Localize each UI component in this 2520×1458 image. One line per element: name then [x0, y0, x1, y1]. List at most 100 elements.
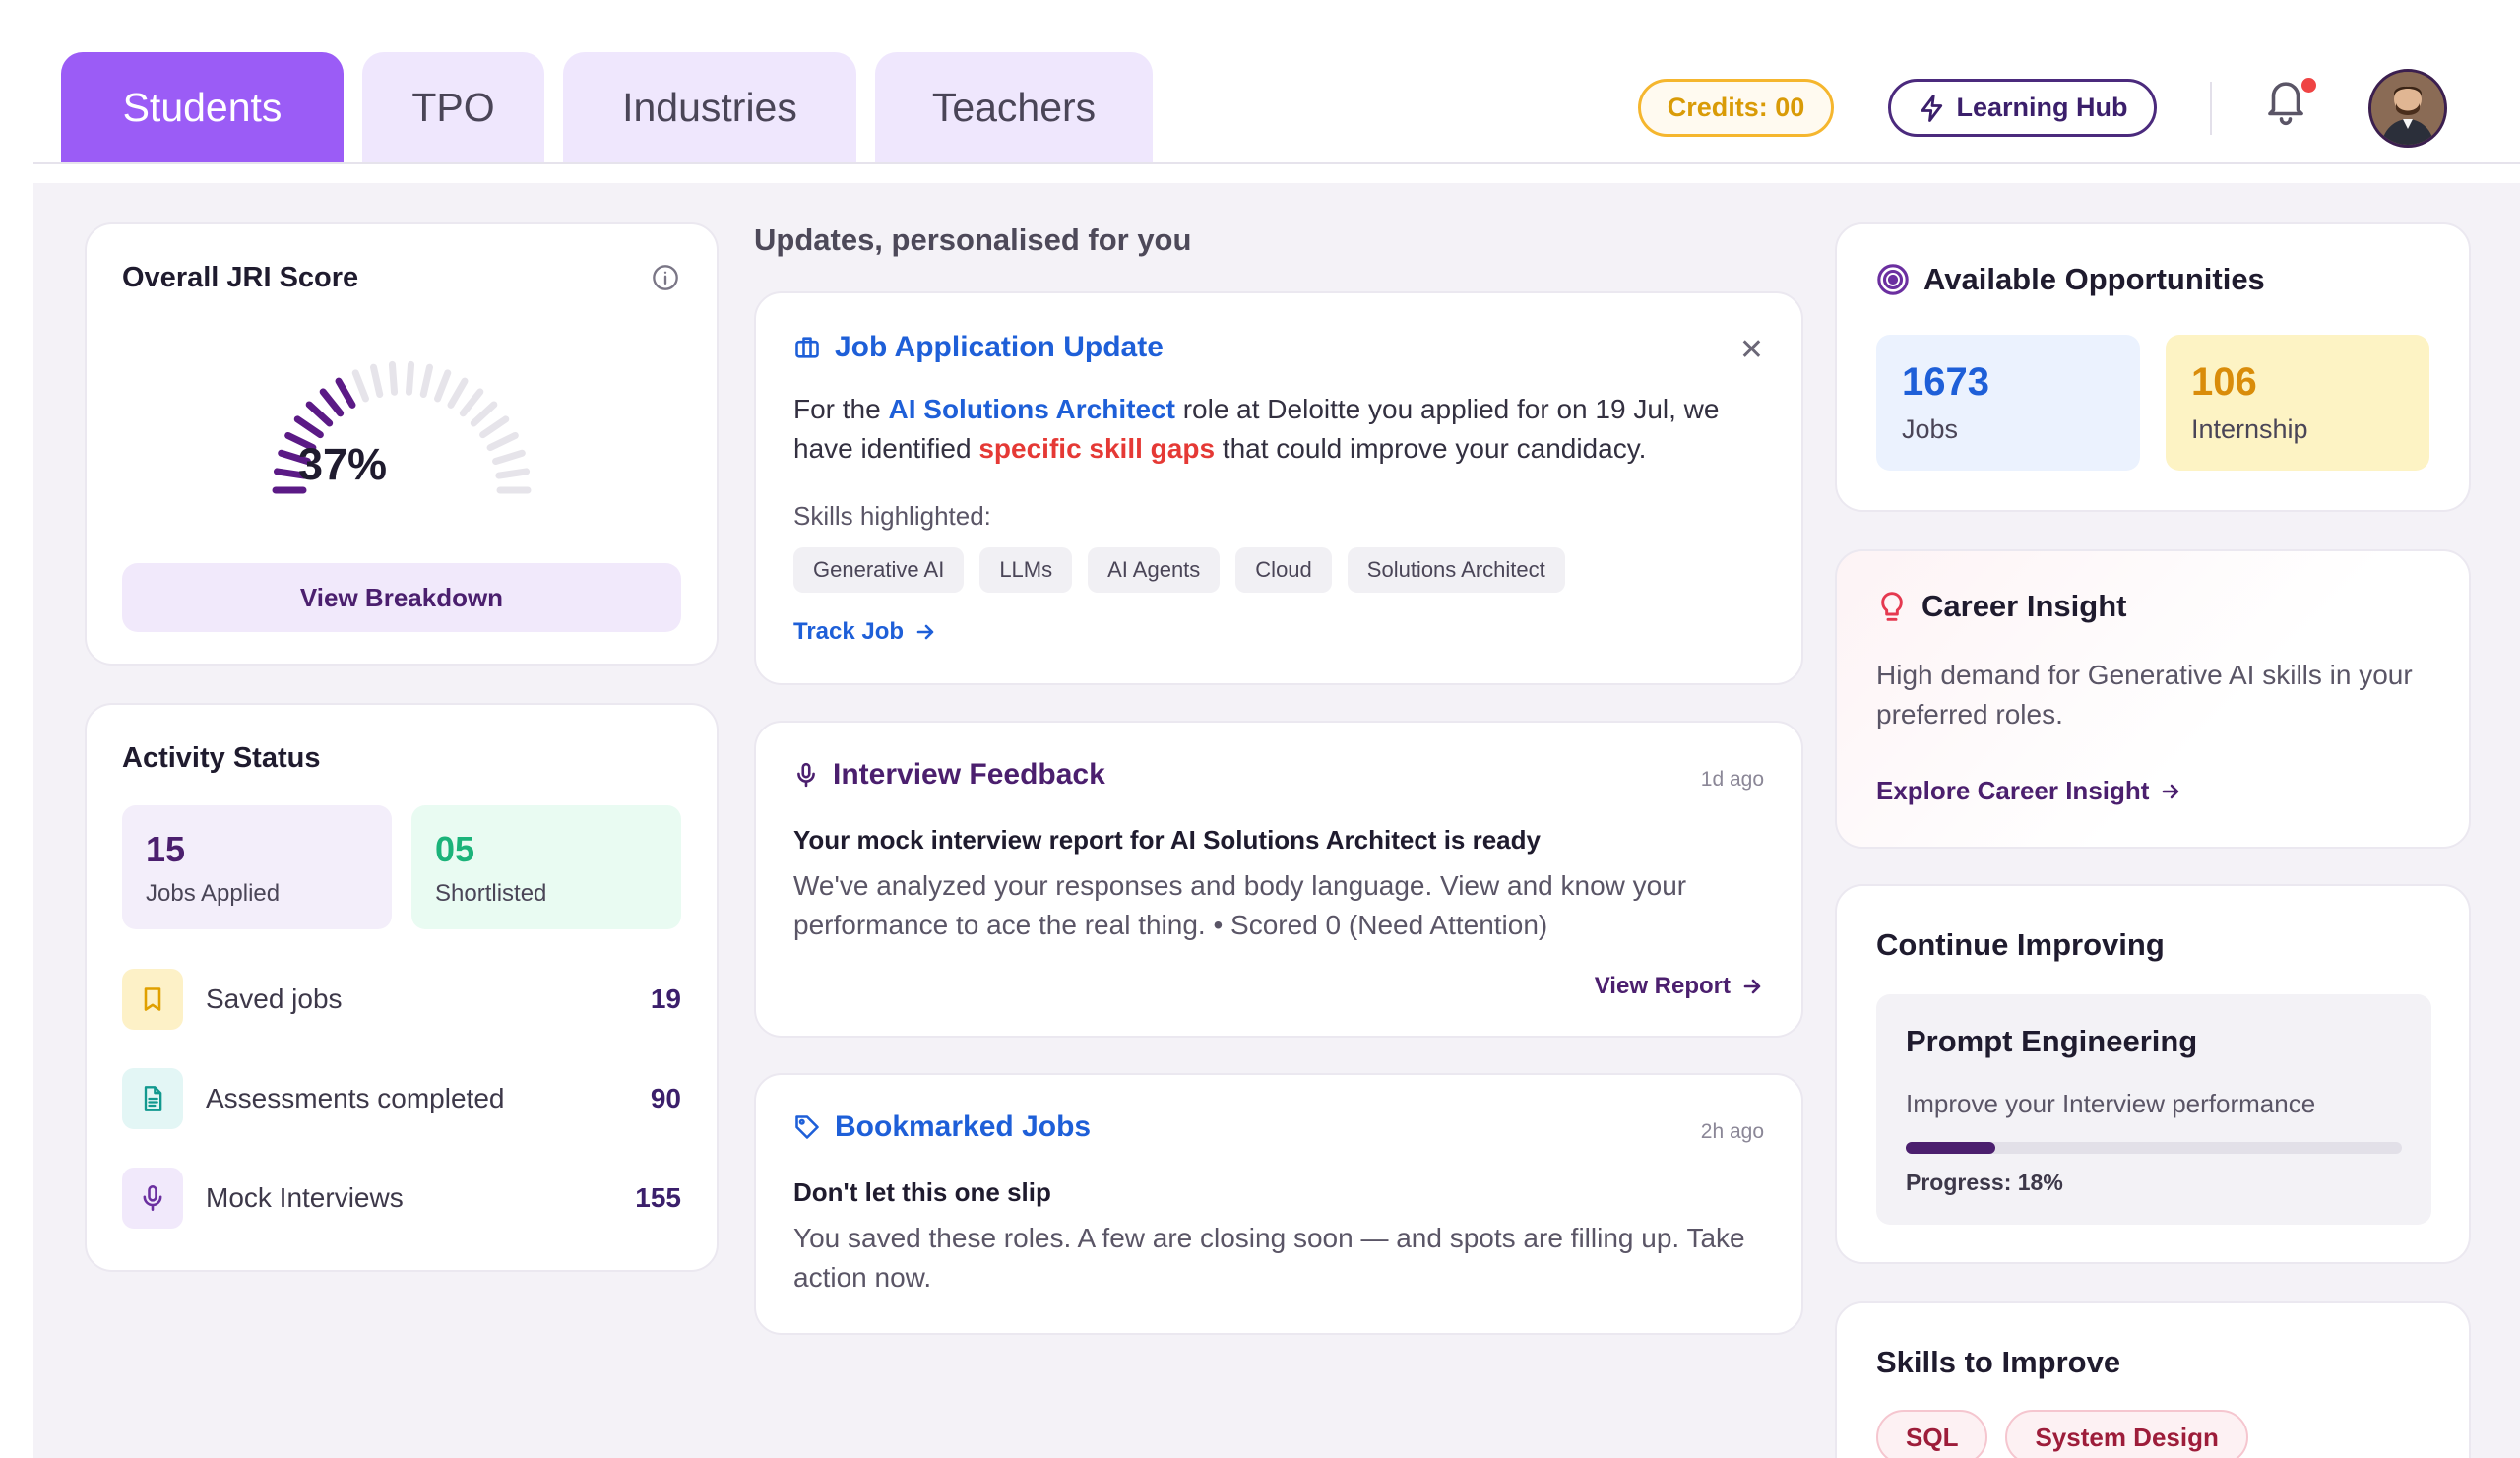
- jobs-opportunity-stat[interactable]: 1673 Jobs: [1876, 335, 2140, 471]
- course-progress-bar: [1906, 1142, 2402, 1154]
- career-insight-card: Career Insight High demand for Generativ…: [1835, 549, 2471, 849]
- skill-chips: Generative AI LLMs AI Agents Cloud Solut…: [793, 547, 1565, 593]
- job-role-link[interactable]: AI Solutions Architect: [888, 394, 1174, 424]
- assessments-row[interactable]: Assessments completed 90: [122, 1068, 681, 1129]
- mock-interviews-label: Mock Interviews: [206, 1182, 404, 1213]
- internship-count: 106: [2191, 360, 2257, 404]
- continue-improving-title: Continue Improving: [1876, 927, 2165, 962]
- activity-title: Activity Status: [122, 742, 321, 774]
- skill-chip[interactable]: LLMs: [979, 547, 1073, 593]
- mock-interviews-row[interactable]: Mock Interviews 155: [122, 1168, 681, 1229]
- bookmarked-headline: Don't let this one slip: [793, 1177, 1051, 1207]
- bookmark-icon: [122, 969, 183, 1030]
- career-insight-title-text: Career Insight: [1922, 589, 2127, 623]
- skill-chip[interactable]: Cloud: [1235, 547, 1332, 593]
- course-card[interactable]: Prompt Engineering Improve your Intervie…: [1876, 994, 2431, 1225]
- lightning-icon: [1921, 94, 1942, 122]
- bookmarked-jobs-card: Bookmarked Jobs 2h ago Don't let this on…: [754, 1073, 1803, 1335]
- gauge-segment: [470, 401, 498, 427]
- briefcase-icon: [795, 337, 819, 358]
- jri-title: Overall JRI Score: [122, 262, 359, 293]
- jobs-applied-stat[interactable]: 15 Jobs Applied: [122, 805, 392, 929]
- credits-badge[interactable]: Credits: 00: [1638, 79, 1834, 137]
- job-update-message: For the AI Solutions Architect role at D…: [793, 390, 1758, 469]
- lightbulb-icon: [1881, 592, 1903, 621]
- interview-headline: Your mock interview report for AI Soluti…: [793, 825, 1541, 855]
- jobs-count: 1673: [1902, 360, 1989, 404]
- microphone-icon: [122, 1168, 183, 1229]
- skill-chip[interactable]: AI Agents: [1088, 547, 1221, 593]
- assessments-count: 90: [650, 1083, 681, 1113]
- career-insight-title: Career Insight: [1876, 589, 2126, 624]
- activity-status-card: Activity Status 15 Jobs Applied 05 Short…: [85, 703, 719, 1272]
- gauge-segment: [370, 363, 384, 399]
- skills-to-improve-list: SQL System Design: [1876, 1410, 2248, 1458]
- skill-gaps-highlight: specific skill gaps: [978, 433, 1216, 464]
- tab-students[interactable]: Students: [61, 52, 344, 163]
- updates-section-title: Updates, personalised for you: [754, 222, 1192, 257]
- continue-improving-card: Continue Improving Prompt Engineering Im…: [1835, 884, 2471, 1264]
- shortlisted-value: 05: [435, 829, 475, 869]
- jri-score-value: 37%: [298, 439, 388, 489]
- bookmarked-jobs-title: Bookmarked Jobs: [793, 1110, 1091, 1144]
- view-report-link[interactable]: View Report: [1595, 973, 1764, 1000]
- interview-time: 1d ago: [1700, 768, 1764, 791]
- available-opportunities-card: Available Opportunities 1673 Jobs 106 In…: [1835, 222, 2471, 512]
- internship-opportunity-stat[interactable]: 106 Internship: [2166, 335, 2429, 471]
- skills-to-improve-title: Skills to Improve: [1876, 1345, 2121, 1379]
- skill-chip[interactable]: Solutions Architect: [1347, 547, 1565, 593]
- avatar[interactable]: [2368, 69, 2447, 148]
- interview-feedback-title-text: Interview Feedback: [833, 758, 1105, 791]
- view-report-label: View Report: [1594, 973, 1731, 999]
- tag-icon: [795, 1115, 819, 1139]
- course-description: Improve your Interview performance: [1906, 1089, 2316, 1118]
- learning-hub-button[interactable]: Learning Hub: [1888, 79, 2157, 137]
- explore-career-insight-link[interactable]: Explore Career Insight: [1876, 776, 2182, 806]
- view-breakdown-button[interactable]: View Breakdown: [122, 563, 681, 632]
- jobs-label: Jobs: [1902, 414, 1959, 444]
- user-avatar-image: [2371, 72, 2444, 145]
- gauge-segment: [434, 369, 452, 403]
- tab-teachers[interactable]: Teachers: [875, 52, 1153, 163]
- notification-dot: [2301, 78, 2316, 93]
- gauge-segment: [492, 449, 526, 466]
- assessments-label: Assessments completed: [206, 1083, 505, 1113]
- header-divider: [33, 162, 2520, 164]
- tab-industries[interactable]: Industries: [563, 52, 856, 163]
- skill-to-improve-chip[interactable]: System Design: [2005, 1410, 2248, 1458]
- shortlisted-stat[interactable]: 05 Shortlisted: [411, 805, 681, 929]
- info-icon[interactable]: [652, 264, 679, 291]
- gauge-segment: [388, 360, 399, 396]
- interview-description: We've analyzed your responses and body l…: [793, 870, 1687, 940]
- track-job-link[interactable]: Track Job: [793, 618, 937, 646]
- role-tabs: Students TPO Industries Teachers: [61, 52, 1153, 163]
- tab-tpo[interactable]: TPO: [362, 52, 544, 163]
- saved-jobs-row[interactable]: Saved jobs 19: [122, 969, 681, 1030]
- gauge-segment: [335, 377, 356, 409]
- jobs-applied-value: 15: [146, 829, 186, 869]
- gauge-segment: [319, 388, 345, 417]
- jri-score-card: Overall JRI Score 37% View Breakdown: [85, 222, 719, 666]
- gauge-segment: [351, 369, 369, 403]
- gauge-segment: [459, 388, 484, 417]
- arrow-right-icon: [916, 624, 934, 640]
- document-icon: [122, 1068, 183, 1129]
- gauge-segment: [495, 468, 531, 479]
- bookmarked-jobs-title-text: Bookmarked Jobs: [835, 1110, 1092, 1143]
- gauge-segment: [419, 363, 433, 399]
- skills-to-improve-card: Skills to Improve SQL System Design: [1835, 1301, 2471, 1458]
- job-update-text-3: that could improve your candidacy.: [1215, 433, 1647, 464]
- learning-hub-label: Learning Hub: [1956, 93, 2128, 122]
- skill-to-improve-chip[interactable]: SQL: [1876, 1410, 1988, 1458]
- target-icon: [1877, 264, 1909, 295]
- arrow-right-icon: [2163, 784, 2179, 798]
- jobs-applied-label: Jobs Applied: [146, 880, 281, 907]
- microphone-icon: [797, 762, 815, 788]
- close-icon[interactable]: ✕: [1739, 333, 1764, 367]
- shortlisted-label: Shortlisted: [435, 880, 547, 907]
- skill-chip[interactable]: Generative AI: [793, 547, 965, 593]
- course-progress-fill: [1906, 1142, 1995, 1154]
- skills-highlighted-label: Skills highlighted:: [793, 501, 991, 531]
- track-job-label: Track Job: [793, 618, 905, 645]
- career-insight-text: High demand for Generative AI skills in …: [1876, 660, 2413, 729]
